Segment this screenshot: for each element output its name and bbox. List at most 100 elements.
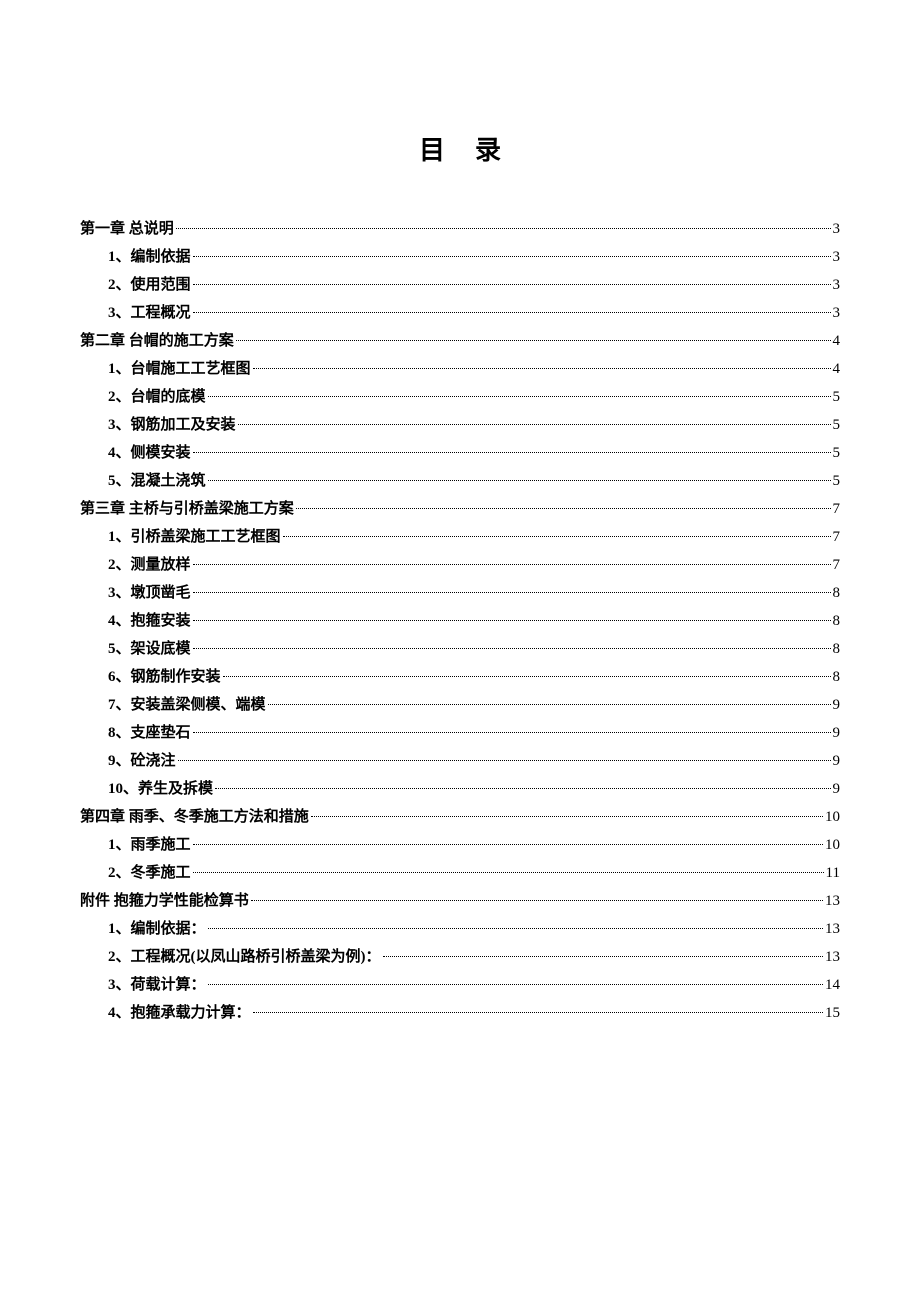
toc-entry-label: 3、钢筋加工及安装 bbox=[80, 413, 236, 437]
toc-entry-page: 4 bbox=[833, 357, 841, 381]
toc-entry: 第三章 主桥与引桥盖梁施工方案7 bbox=[80, 497, 840, 521]
toc-entry: 第四章 雨季、冬季施工方法和措施10 bbox=[80, 805, 840, 829]
toc-leader-dots bbox=[193, 284, 831, 285]
toc-leader-dots bbox=[283, 536, 831, 537]
toc-leader-dots bbox=[178, 760, 831, 761]
toc-entry-page: 9 bbox=[833, 777, 841, 801]
toc-leader-dots bbox=[208, 480, 831, 481]
toc-entry-page: 3 bbox=[833, 217, 841, 241]
toc-leader-dots bbox=[208, 984, 823, 985]
toc-entry-label: 10、养生及拆模 bbox=[80, 777, 213, 801]
toc-entry-label: 3、工程概况 bbox=[80, 301, 191, 325]
toc-entry: 3、墩顶凿毛 8 bbox=[80, 581, 840, 605]
toc-entry-page: 8 bbox=[833, 581, 841, 605]
toc-leader-dots bbox=[208, 396, 831, 397]
toc-leader-dots bbox=[296, 508, 831, 509]
toc-entry-page: 8 bbox=[833, 665, 841, 689]
toc-entry: 7、安装盖梁侧模、端模 9 bbox=[80, 693, 840, 717]
toc-entry-label: 第四章 雨季、冬季施工方法和措施 bbox=[80, 805, 309, 829]
toc-entry-label: 2、测量放样 bbox=[80, 553, 191, 577]
toc-entry-page: 5 bbox=[833, 469, 841, 493]
toc-entry: 2、测量放样7 bbox=[80, 553, 840, 577]
toc-entry-page: 9 bbox=[833, 749, 841, 773]
toc-entry-page: 7 bbox=[833, 525, 841, 549]
toc-entry-page: 11 bbox=[826, 861, 840, 885]
toc-entry: 1、引桥盖梁施工工艺框图 7 bbox=[80, 525, 840, 549]
toc-entry-label: 第一章 总说明 bbox=[80, 217, 174, 241]
toc-entry: 3、荷载计算： 14 bbox=[80, 973, 840, 997]
toc-leader-dots bbox=[193, 452, 831, 453]
table-of-contents: 第一章 总说明 3 1、编制依据 3 2、使用范围 3 3、工程概况3 第二章 台帽的施工方案… bbox=[80, 217, 840, 1025]
toc-entry-label: 9、砼浇注 bbox=[80, 749, 176, 773]
toc-entry: 第二章 台帽的施工方案4 bbox=[80, 329, 840, 353]
toc-entry-label: 5、混凝土浇筑 bbox=[80, 469, 206, 493]
toc-leader-dots bbox=[193, 592, 831, 593]
toc-entry-label: 4、抱箍安装 bbox=[80, 609, 191, 633]
toc-entry: 2、使用范围 3 bbox=[80, 273, 840, 297]
toc-leader-dots bbox=[193, 564, 831, 565]
document-page: 目录 第一章 总说明 3 1、编制依据 3 2、使用范围 3 3、工程概况3 第二章 台帽的施… bbox=[0, 0, 920, 1302]
toc-entry-label: 2、工程概况(以凤山路桥引桥盖梁为例)： bbox=[80, 945, 381, 969]
toc-leader-dots bbox=[193, 256, 831, 257]
toc-leader-dots bbox=[253, 368, 831, 369]
toc-leader-dots bbox=[176, 228, 831, 229]
toc-entry-page: 14 bbox=[825, 973, 840, 997]
toc-leader-dots bbox=[251, 900, 823, 901]
toc-entry-label: 2、使用范围 bbox=[80, 273, 191, 297]
toc-entry: 4、抱箍承载力计算： 15 bbox=[80, 1001, 840, 1025]
toc-leader-dots bbox=[193, 620, 831, 621]
toc-entry-page: 3 bbox=[833, 245, 841, 269]
toc-leader-dots bbox=[268, 704, 831, 705]
toc-entry: 4、抱箍安装8 bbox=[80, 609, 840, 633]
toc-entry: 1、雨季施工 10 bbox=[80, 833, 840, 857]
toc-entry-label: 1、雨季施工 bbox=[80, 833, 191, 857]
toc-entry-label: 4、侧模安装 bbox=[80, 441, 191, 465]
toc-entry-label: 第三章 主桥与引桥盖梁施工方案 bbox=[80, 497, 294, 521]
toc-leader-dots bbox=[193, 872, 824, 873]
toc-entry-page: 5 bbox=[833, 441, 841, 465]
toc-entry: 2、冬季施工 11 bbox=[80, 861, 840, 885]
toc-entry-label: 7、安装盖梁侧模、端模 bbox=[80, 693, 266, 717]
toc-entry-page: 13 bbox=[825, 945, 840, 969]
toc-entry-label: 3、墩顶凿毛 bbox=[80, 581, 191, 605]
toc-entry-label: 1、引桥盖梁施工工艺框图 bbox=[80, 525, 281, 549]
toc-entry: 5、混凝土浇筑 5 bbox=[80, 469, 840, 493]
toc-leader-dots bbox=[215, 788, 830, 789]
toc-leader-dots bbox=[193, 732, 831, 733]
toc-entry-page: 9 bbox=[833, 693, 841, 717]
toc-entry: 9、砼浇注 9 bbox=[80, 749, 840, 773]
toc-entry-page: 10 bbox=[825, 833, 840, 857]
toc-entry: 2、工程概况(以凤山路桥引桥盖梁为例)： 13 bbox=[80, 945, 840, 969]
toc-leader-dots bbox=[383, 956, 824, 957]
toc-entry-page: 5 bbox=[833, 385, 841, 409]
toc-entry-page: 15 bbox=[825, 1001, 840, 1025]
toc-leader-dots bbox=[236, 340, 831, 341]
toc-entry-label: 2、冬季施工 bbox=[80, 861, 191, 885]
toc-leader-dots bbox=[223, 676, 831, 677]
toc-entry-label: 1、编制依据： bbox=[80, 917, 206, 941]
toc-entry-label: 第二章 台帽的施工方案 bbox=[80, 329, 234, 353]
toc-entry-page: 8 bbox=[833, 637, 841, 661]
toc-leader-dots bbox=[193, 648, 831, 649]
toc-entry-label: 1、台帽施工工艺框图 bbox=[80, 357, 251, 381]
toc-entry-label: 4、抱箍承载力计算： bbox=[80, 1001, 251, 1025]
toc-entry-label: 6、钢筋制作安装 bbox=[80, 665, 221, 689]
toc-entry-page: 3 bbox=[833, 273, 841, 297]
toc-entry-label: 1、编制依据 bbox=[80, 245, 191, 269]
toc-entry: 8、支座垫石9 bbox=[80, 721, 840, 745]
toc-entry-page: 9 bbox=[833, 721, 841, 745]
toc-leader-dots bbox=[193, 844, 823, 845]
toc-leader-dots bbox=[208, 928, 823, 929]
toc-entry: 5、架设底模8 bbox=[80, 637, 840, 661]
toc-entry: 2、台帽的底模5 bbox=[80, 385, 840, 409]
toc-entry-label: 附件 抱箍力学性能检算书 bbox=[80, 889, 249, 913]
toc-entry: 3、钢筋加工及安装5 bbox=[80, 413, 840, 437]
toc-entry: 10、养生及拆模 9 bbox=[80, 777, 840, 801]
toc-entry: 附件 抱箍力学性能检算书13 bbox=[80, 889, 840, 913]
page-title: 目录 bbox=[110, 130, 840, 167]
toc-entry-page: 13 bbox=[825, 917, 840, 941]
toc-entry: 3、工程概况3 bbox=[80, 301, 840, 325]
toc-leader-dots bbox=[311, 816, 823, 817]
toc-entry-label: 3、荷载计算： bbox=[80, 973, 206, 997]
toc-entry: 4、侧模安装 5 bbox=[80, 441, 840, 465]
